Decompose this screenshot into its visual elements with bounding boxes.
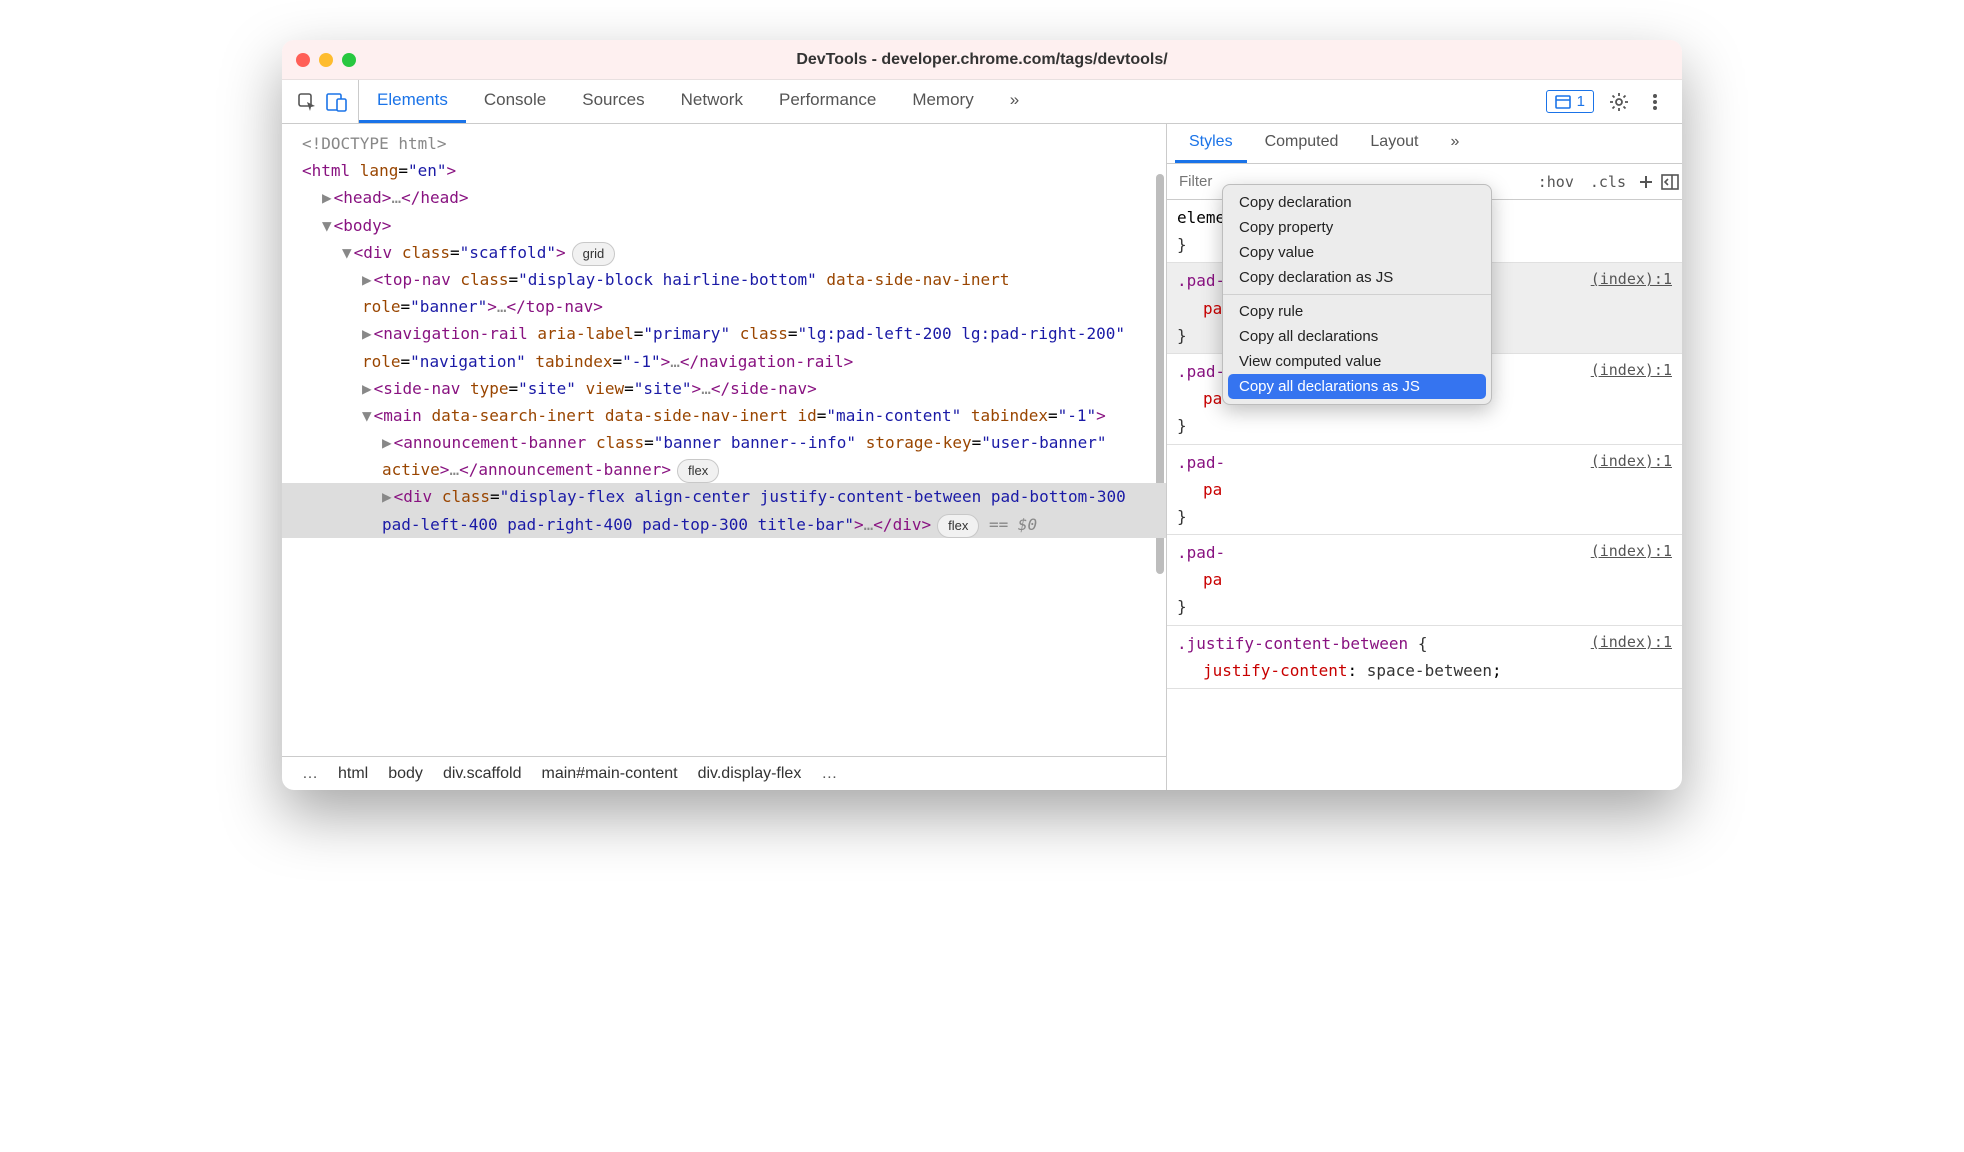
ctx-copy-declaration-as-js[interactable]: Copy declaration as JS	[1223, 265, 1491, 290]
tab-performance[interactable]: Performance	[761, 80, 894, 123]
minimize-window-button[interactable]	[319, 53, 333, 67]
main-toolbar: Elements Console Sources Network Perform…	[282, 80, 1682, 124]
inspect-icon[interactable]	[296, 91, 318, 113]
styles-panel: Styles Computed Layout » :hov .cls eleme…	[1167, 124, 1682, 790]
flex-badge-2[interactable]: flex	[937, 514, 979, 538]
ctx-copy-declaration[interactable]: Copy declaration	[1223, 190, 1491, 215]
issues-badge[interactable]: 1	[1546, 90, 1594, 113]
breadcrumb-item[interactable]: html	[328, 765, 378, 783]
window-title: DevTools - developer.chrome.com/tags/dev…	[282, 51, 1682, 69]
side-tab-layout[interactable]: Layout	[1356, 124, 1432, 163]
ctx-copy-property[interactable]: Copy property	[1223, 215, 1491, 240]
grid-badge[interactable]: grid	[572, 242, 616, 266]
ctx-copy-value[interactable]: Copy value	[1223, 240, 1491, 265]
panel-tabs: Elements Console Sources Network Perform…	[359, 80, 1534, 123]
tab-sources[interactable]: Sources	[564, 80, 662, 123]
breadcrumb-suffix[interactable]: …	[811, 765, 847, 783]
titlebar: DevTools - developer.chrome.com/tags/dev…	[282, 40, 1682, 80]
breadcrumbs[interactable]: … html body div.scaffold main#main-conte…	[282, 756, 1166, 790]
breadcrumb-item[interactable]: main#main-content	[532, 765, 688, 783]
rule-source[interactable]: (index):1	[1591, 449, 1672, 475]
panel-toggle-icon[interactable]	[1658, 164, 1682, 199]
tab-console[interactable]: Console	[466, 80, 564, 123]
tab-network[interactable]: Network	[663, 80, 761, 123]
content-area: <!DOCTYPE html> <html lang="en"> ▶<head>…	[282, 124, 1682, 790]
side-tab-computed[interactable]: Computed	[1251, 124, 1353, 163]
breadcrumb-prefix[interactable]: …	[292, 765, 328, 783]
tab-overflow[interactable]: »	[992, 80, 1037, 123]
ctx-view-computed-value[interactable]: View computed value	[1223, 349, 1491, 374]
ctx-copy-all-declarations[interactable]: Copy all declarations	[1223, 324, 1491, 349]
selected-ref: == $0	[989, 515, 1037, 534]
side-tabs: Styles Computed Layout »	[1167, 124, 1682, 164]
style-rule[interactable]: (index):1 .pad- pa }	[1167, 445, 1682, 536]
tab-memory[interactable]: Memory	[894, 80, 991, 123]
rule-source[interactable]: (index):1	[1591, 358, 1672, 384]
rule-source[interactable]: (index):1	[1591, 630, 1672, 656]
settings-icon[interactable]	[1608, 91, 1630, 113]
new-rule-icon[interactable]	[1634, 164, 1658, 199]
elements-panel: <!DOCTYPE html> <html lang="en"> ▶<head>…	[282, 124, 1167, 790]
more-icon[interactable]	[1644, 91, 1666, 113]
style-rule[interactable]: (index):1 .pad- pa }	[1167, 535, 1682, 626]
rule-source[interactable]: (index):1	[1591, 539, 1672, 565]
breadcrumb-item[interactable]: div.display-flex	[688, 765, 812, 783]
style-rule[interactable]: (index):1 .justify-content-between { jus…	[1167, 626, 1682, 689]
rule-source[interactable]: (index):1	[1591, 267, 1672, 293]
ctx-copy-rule[interactable]: Copy rule	[1223, 299, 1491, 324]
maximize-window-button[interactable]	[342, 53, 356, 67]
close-window-button[interactable]	[296, 53, 310, 67]
device-toggle-icon[interactable]	[326, 91, 348, 113]
side-tab-overflow[interactable]: »	[1436, 124, 1473, 163]
cls-toggle[interactable]: .cls	[1582, 164, 1634, 199]
dom-tree[interactable]: <!DOCTYPE html> <html lang="en"> ▶<head>…	[282, 124, 1166, 756]
context-menu: Copy declaration Copy property Copy valu…	[1222, 184, 1492, 405]
ctx-copy-all-declarations-as-js[interactable]: Copy all declarations as JS	[1228, 374, 1486, 399]
flex-badge[interactable]: flex	[677, 459, 719, 483]
tab-elements[interactable]: Elements	[359, 80, 466, 123]
breadcrumb-item[interactable]: body	[378, 765, 433, 783]
issues-count: 1	[1577, 93, 1585, 110]
breadcrumb-item[interactable]: div.scaffold	[433, 765, 532, 783]
devtools-window: DevTools - developer.chrome.com/tags/dev…	[282, 40, 1682, 790]
hov-toggle[interactable]: :hov	[1530, 164, 1582, 199]
traffic-lights	[296, 53, 356, 67]
side-tab-styles[interactable]: Styles	[1175, 124, 1247, 163]
ctx-separator	[1223, 294, 1491, 295]
